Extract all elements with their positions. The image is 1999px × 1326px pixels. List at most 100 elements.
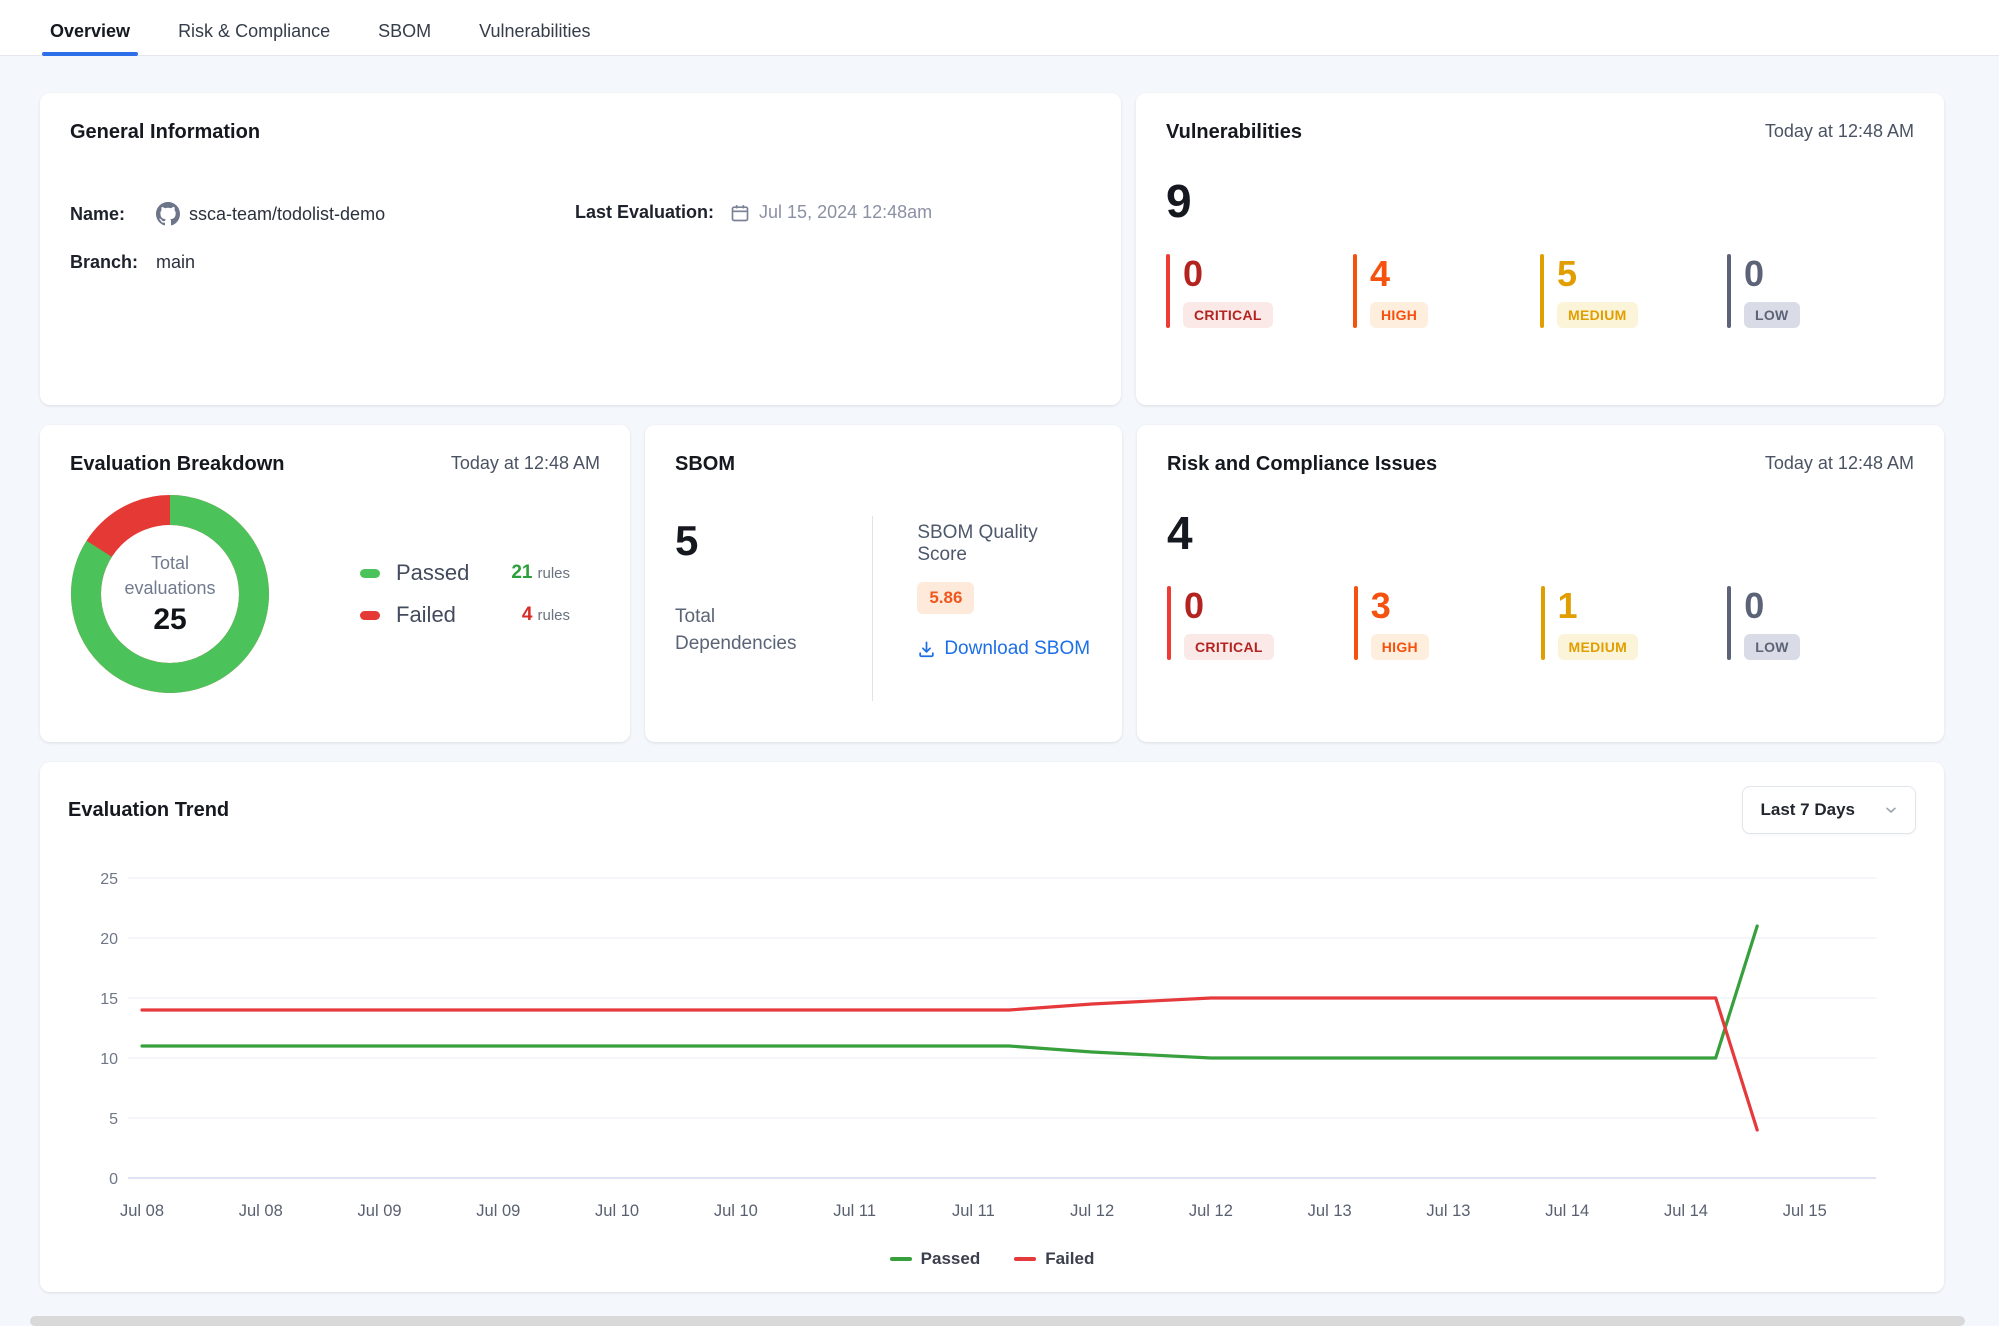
passed-line-swatch <box>890 1257 912 1261</box>
svg-text:Jul 12: Jul 12 <box>1070 1202 1114 1220</box>
severity-count: 0 <box>1744 256 1800 292</box>
trend-chart-legend: Passed Failed <box>68 1249 1916 1269</box>
severity-count: 4 <box>1370 256 1428 292</box>
donut-center-label-2: evaluations <box>124 576 215 600</box>
failed-legend-name: Failed <box>396 602 522 628</box>
total-dependencies-label: Total Dependencies <box>675 604 795 657</box>
failed-rules-unit: rules <box>537 607 570 624</box>
svg-text:Jul 09: Jul 09 <box>476 1202 520 1220</box>
svg-text:25: 25 <box>100 871 118 888</box>
sbom-quality-score-label: SBOM Quality Score <box>917 522 1092 566</box>
svg-text:Jul 08: Jul 08 <box>120 1202 164 1220</box>
severity-medium: 1 MEDIUM <box>1541 586 1728 660</box>
evaluation-breakdown-card: Evaluation Breakdown Today at 12:48 AM T… <box>40 425 630 742</box>
severity-critical: 0 CRITICAL <box>1166 254 1353 328</box>
passed-legend-name: Passed <box>396 560 511 586</box>
failed-line-swatch <box>1014 1257 1036 1261</box>
severity-count: 5 <box>1557 256 1638 292</box>
svg-text:Jul 14: Jul 14 <box>1664 1202 1708 1220</box>
passed-legend-pill <box>360 569 380 578</box>
time-range-dropdown[interactable]: Last 7 Days <box>1742 786 1917 834</box>
risk-compliance-title: Risk and Compliance Issues <box>1167 453 1437 476</box>
download-sbom-label: Download SBOM <box>944 638 1090 660</box>
vulnerabilities-total: 9 <box>1166 178 1914 224</box>
svg-text:10: 10 <box>100 1051 118 1068</box>
evaluations-donut-chart: Total evaluations 25 <box>70 494 270 694</box>
general-information-card: General Information Name: ssca-team/todo… <box>40 93 1121 405</box>
repo-name-value: ssca-team/todolist-demo <box>189 204 385 225</box>
tab-risk-compliance[interactable]: Risk & Compliance <box>176 7 332 55</box>
trend-legend-failed: Failed <box>1014 1249 1094 1269</box>
evaluation-breakdown-timestamp: Today at 12:48 AM <box>451 453 600 474</box>
name-label: Name: <box>70 204 156 225</box>
passed-legend-label: Passed <box>921 1249 981 1269</box>
severity-low: 0 LOW <box>1727 254 1914 328</box>
severity-badge: HIGH <box>1371 634 1429 660</box>
download-sbom-link[interactable]: Download SBOM <box>917 638 1092 660</box>
time-range-value: Last 7 Days <box>1761 800 1856 820</box>
download-icon <box>917 640 936 659</box>
risk-compliance-timestamp: Today at 12:48 AM <box>1765 453 1914 474</box>
svg-text:15: 15 <box>100 991 118 1008</box>
svg-text:20: 20 <box>100 931 118 948</box>
evaluation-trend-chart: 0510152025Jul 08Jul 08Jul 09Jul 09Jul 10… <box>68 864 1916 1247</box>
tab-sbom[interactable]: SBOM <box>376 7 433 55</box>
svg-text:Jul 11: Jul 11 <box>833 1202 876 1220</box>
sbom-title: SBOM <box>675 453 1092 476</box>
evaluation-trend-title: Evaluation Trend <box>68 799 229 822</box>
github-icon <box>156 202 180 226</box>
severity-count: 3 <box>1371 588 1429 624</box>
branch-label: Branch: <box>70 252 156 273</box>
vulnerabilities-card: Vulnerabilities Today at 12:48 AM 9 0 CR… <box>1136 93 1944 405</box>
svg-text:Jul 12: Jul 12 <box>1189 1202 1233 1220</box>
svg-text:Jul 11: Jul 11 <box>952 1202 995 1220</box>
general-information-title: General Information <box>70 121 1091 144</box>
donut-center-label-1: Total <box>124 551 215 575</box>
svg-text:Jul 13: Jul 13 <box>1426 1202 1470 1220</box>
severity-badge: LOW <box>1744 634 1800 660</box>
risk-compliance-card: Risk and Compliance Issues Today at 12:4… <box>1137 425 1944 742</box>
total-evaluations-value: 25 <box>153 603 186 637</box>
tab-vulnerabilities[interactable]: Vulnerabilities <box>477 7 592 55</box>
sbom-card: SBOM 5 Total Dependencies SBOM Quality S… <box>645 425 1122 742</box>
severity-count: 0 <box>1744 588 1800 624</box>
svg-text:Jul 09: Jul 09 <box>358 1202 402 1220</box>
severity-badge: MEDIUM <box>1557 302 1638 328</box>
sbom-quality-score-value: 5.86 <box>917 582 974 614</box>
severity-critical: 0 CRITICAL <box>1167 586 1354 660</box>
last-evaluation-value: Jul 15, 2024 12:48am <box>759 202 932 223</box>
risk-compliance-total: 4 <box>1167 510 1914 556</box>
severity-badge: MEDIUM <box>1558 634 1639 660</box>
passed-rules-unit: rules <box>537 565 570 582</box>
failed-legend-label: Failed <box>1045 1249 1094 1269</box>
svg-text:Jul 13: Jul 13 <box>1308 1202 1352 1220</box>
svg-text:Jul 08: Jul 08 <box>239 1202 283 1220</box>
last-evaluation-label: Last Evaluation: <box>575 202 714 223</box>
calendar-icon <box>730 203 750 223</box>
vulnerabilities-title: Vulnerabilities <box>1166 121 1302 144</box>
severity-count: 1 <box>1558 588 1639 624</box>
svg-text:Jul 15: Jul 15 <box>1783 1202 1827 1220</box>
passed-rules-count: 21 <box>511 562 532 584</box>
severity-badge: HIGH <box>1370 302 1428 328</box>
evaluation-trend-card: Evaluation Trend Last 7 Days 0510152025J… <box>40 762 1944 1292</box>
evaluation-breakdown-title: Evaluation Breakdown <box>70 453 285 476</box>
tab-bar: Overview Risk & Compliance SBOM Vulnerab… <box>0 0 1999 56</box>
vulnerabilities-timestamp: Today at 12:48 AM <box>1765 121 1914 142</box>
horizontal-scrollbar[interactable] <box>30 1316 1965 1326</box>
svg-text:Jul 14: Jul 14 <box>1545 1202 1589 1220</box>
failed-legend-pill <box>360 611 380 620</box>
tab-overview[interactable]: Overview <box>48 7 132 55</box>
severity-medium: 5 MEDIUM <box>1540 254 1727 328</box>
svg-text:Jul 10: Jul 10 <box>595 1202 639 1220</box>
svg-text:5: 5 <box>109 1111 118 1128</box>
last-evaluation-row: Last Evaluation: Jul 15, 2024 12:48am <box>575 202 932 223</box>
branch-value: main <box>156 252 195 273</box>
trend-legend-passed: Passed <box>890 1249 981 1269</box>
severity-badge: CRITICAL <box>1184 634 1274 660</box>
repo-name-row: Name: ssca-team/todolist-demo <box>70 202 575 226</box>
legend-failed: Failed 4 rules <box>360 602 570 628</box>
total-dependencies-value: 5 <box>675 520 872 562</box>
svg-text:Jul 10: Jul 10 <box>714 1202 758 1220</box>
severity-count: 0 <box>1183 256 1273 292</box>
